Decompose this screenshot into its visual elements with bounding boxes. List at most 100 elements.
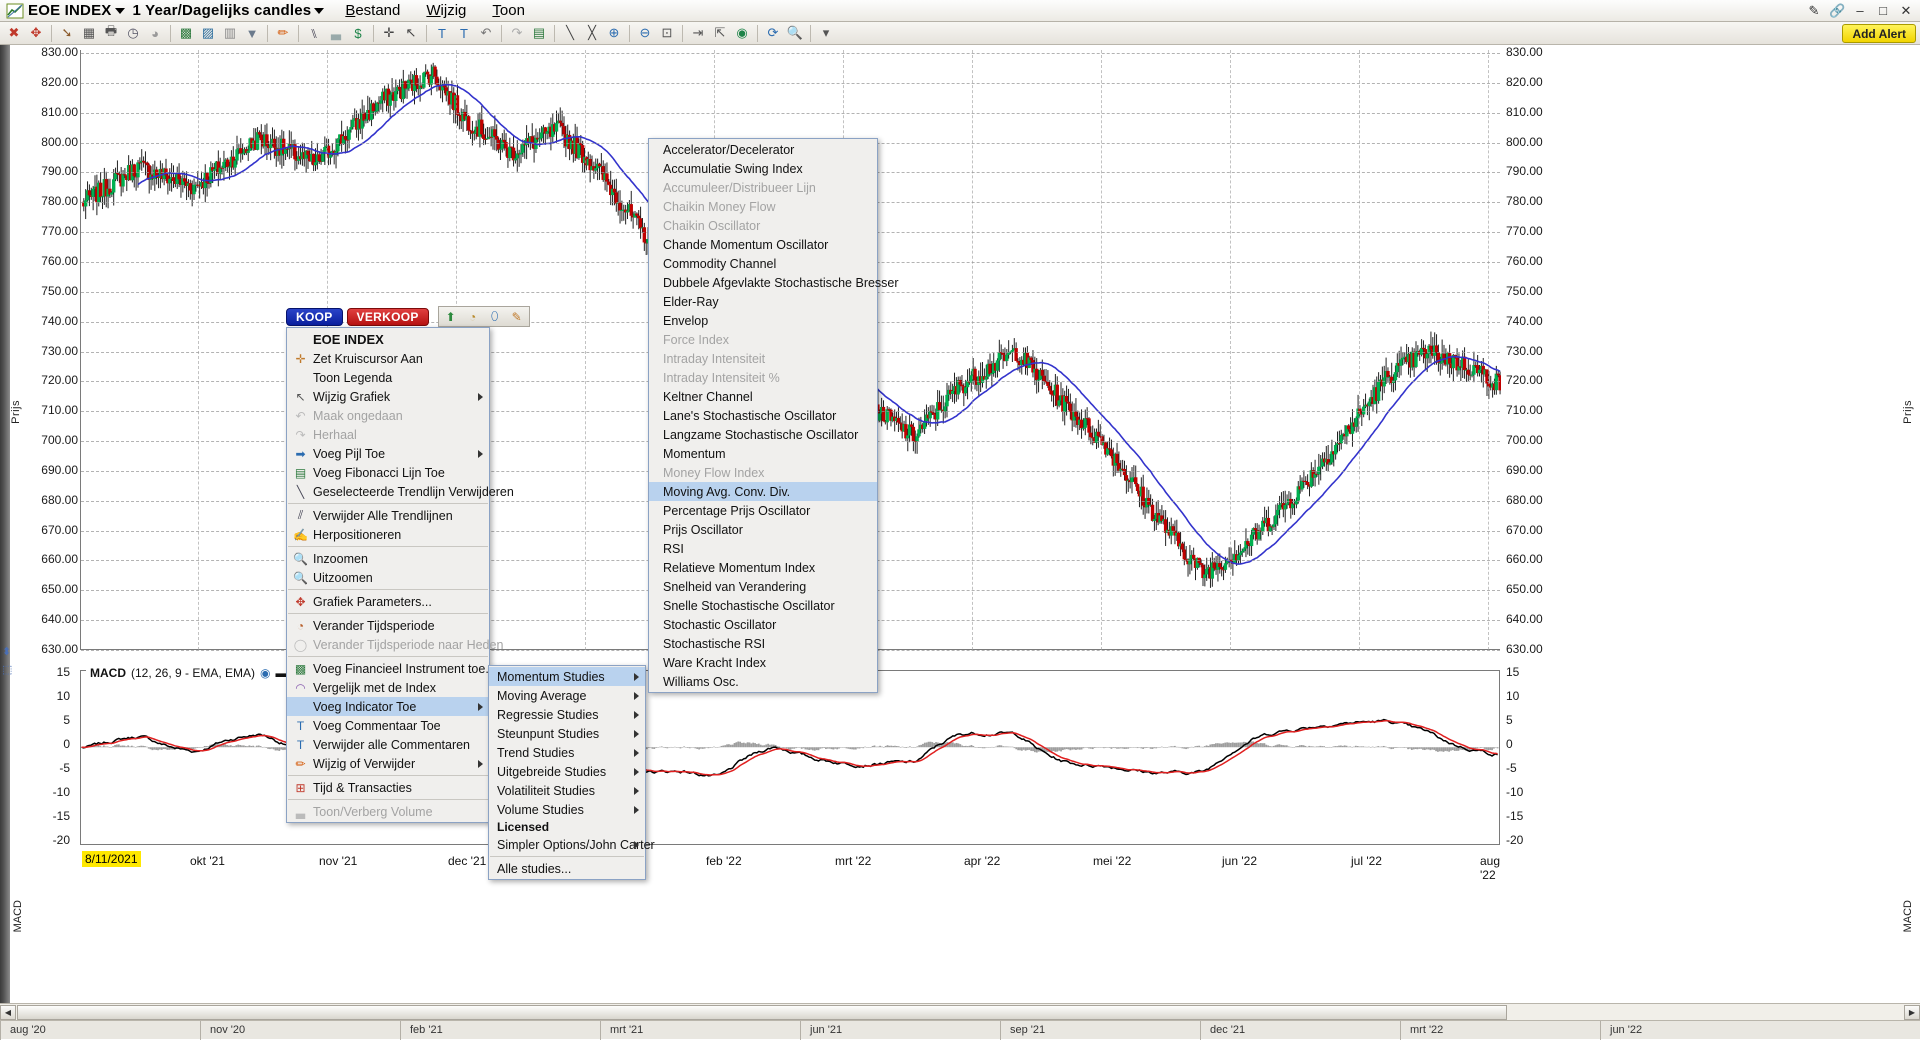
- order-link-icon[interactable]: ⬯: [486, 308, 504, 325]
- context-menu-item-verwijder-alle-commentaren[interactable]: T Verwijder alle Commentaren: [287, 735, 489, 754]
- momentum-item-williams-osc[interactable]: Williams Osc.: [649, 672, 877, 691]
- context-menu-item-verander-tijdsperiode[interactable]: ◔ Verander Tijdsperiode: [287, 616, 489, 635]
- timeframe-dropdown-icon[interactable]: [314, 7, 325, 14]
- context-menu-item-grafiek-parameters[interactable]: ✥ Grafiek Parameters...: [287, 592, 489, 611]
- pointer-icon[interactable]: ➘: [56, 23, 78, 44]
- fibonacci-icon[interactable]: ▤: [528, 23, 550, 44]
- context-menu-item-voeg-fibonacci-lijn-toe[interactable]: ▤ Voeg Fibonacci Lijn Toe: [287, 463, 489, 482]
- order-up-icon[interactable]: ⬆: [442, 308, 460, 325]
- momentum-item-envelop[interactable]: Envelop: [649, 311, 877, 330]
- text-tool-icon[interactable]: T: [431, 23, 453, 44]
- dropdown-icon[interactable]: ▼: [241, 23, 263, 44]
- zoom-out-icon[interactable]: ⊖: [634, 23, 656, 44]
- momentum-item-relatieve-momentum-index[interactable]: Relatieve Momentum Index: [649, 558, 877, 577]
- momentum-item-langzame-stochastische-oscillator[interactable]: Langzame Stochastische Oscillator: [649, 425, 877, 444]
- symbol-title[interactable]: EOE INDEX: [28, 2, 112, 19]
- menu-toon[interactable]: Toon: [492, 2, 525, 19]
- minimize-button[interactable]: –: [1852, 3, 1868, 18]
- order-chart-icon[interactable]: ◔: [464, 308, 482, 325]
- layout-icon[interactable]: ▥: [219, 23, 241, 44]
- momentum-item-lane-s-stochastische-oscillator[interactable]: Lane's Stochastische Oscillator: [649, 406, 877, 425]
- pen-icon[interactable]: ✎: [1806, 3, 1822, 19]
- momentum-item-snelheid-van-verandering[interactable]: Snelheid van Verandering: [649, 577, 877, 596]
- licensed-item-simpler-options[interactable]: Simpler Options/John Carter: [489, 835, 655, 854]
- context-menu-item-tijd-transacties[interactable]: ⊞ Tijd & Transacties: [287, 778, 489, 797]
- context-menu-item-verwijder-alle-trendlijnen[interactable]: ⫽ Verwijder Alle Trendlijnen: [287, 506, 489, 525]
- context-menu-item-wijzig-grafiek[interactable]: ↖ Wijzig Grafiek: [287, 387, 489, 406]
- clock-icon[interactable]: ◕: [144, 23, 166, 44]
- add-instrument-icon[interactable]: ▩: [175, 23, 197, 44]
- chart-context-menu[interactable]: EOE INDEX ✛ Zet Kruiscursor Aan Toon Legen…: [286, 327, 514, 823]
- close-button[interactable]: ✕: [1898, 3, 1914, 19]
- indicator-submenu-item-uitgebreide-studies[interactable]: Uitgebreide Studies: [489, 762, 645, 781]
- sell-button[interactable]: VERKOOP: [346, 307, 429, 326]
- scroll-thumb[interactable]: [17, 1004, 1507, 1020]
- momentum-item-prijs-oscillator[interactable]: Prijs Oscillator: [649, 520, 877, 539]
- indicator-submenu-item-trend-studies[interactable]: Trend Studies: [489, 743, 645, 762]
- momentum-item-commodity-channel[interactable]: Commodity Channel: [649, 254, 877, 273]
- context-menu-item-inzoomen[interactable]: 🔍 Inzoomen: [287, 549, 489, 568]
- timeframe-title[interactable]: 1 Year/Dagelijks candles: [133, 2, 312, 19]
- momentum-studies-submenu[interactable]: Accelerator/Decelerator Accumulatie Swing…: [648, 138, 899, 693]
- momentum-item-momentum[interactable]: Momentum: [649, 444, 877, 463]
- scroll-right-button[interactable]: ▶: [1904, 1004, 1920, 1020]
- indicator-submenu-item-moving-average[interactable]: Moving Average: [489, 686, 645, 705]
- context-menu-item-vergelijk-met-de-index[interactable]: ◠ Vergelijk met de Index: [287, 678, 489, 697]
- print-icon[interactable]: 🖶: [100, 23, 122, 44]
- order-edit-icon[interactable]: ✎: [508, 308, 526, 325]
- compare-index-icon[interactable]: ▨: [197, 23, 219, 44]
- delete-lines-icon[interactable]: ╳: [581, 23, 603, 44]
- context-menu-item-zet-kruiscursor-aan[interactable]: ✛ Zet Kruiscursor Aan: [287, 349, 489, 368]
- time-icon[interactable]: ◷: [122, 23, 144, 44]
- refresh-icon[interactable]: ⟳: [762, 23, 784, 44]
- indicator-submenu[interactable]: Momentum Studies Moving Average Regressie …: [488, 665, 655, 880]
- indicator-submenu-item-volume-studies[interactable]: Volume Studies: [489, 800, 645, 819]
- momentum-item-elder-ray[interactable]: Elder-Ray: [649, 292, 877, 311]
- indicator-submenu-item-volatiliteit-studies[interactable]: Volatiliteit Studies: [489, 781, 645, 800]
- money-icon[interactable]: $: [347, 23, 369, 44]
- context-menu-item-uitzoomen[interactable]: 🔍 Uitzoomen: [287, 568, 489, 587]
- momentum-item-stochastische-rsi[interactable]: Stochastische RSI: [649, 634, 877, 653]
- globe-icon[interactable]: ◉: [731, 23, 753, 44]
- expand-icon[interactable]: ⇱: [709, 23, 731, 44]
- momentum-item-percentage-prijs-oscillator[interactable]: Percentage Prijs Oscillator: [649, 501, 877, 520]
- context-menu-item-voeg-pijl-toe[interactable]: ➡ Voeg Pijl Toe: [287, 444, 489, 463]
- zoom-in-icon[interactable]: ⊕: [603, 23, 625, 44]
- indicator-submenu-item-regressie-studies[interactable]: Regressie Studies: [489, 705, 645, 724]
- indicator-submenu-item-steunpunt-studies[interactable]: Steunpunt Studies: [489, 724, 645, 743]
- context-menu-item-voeg-commentaar-toe[interactable]: T Voeg Commentaar Toe: [287, 716, 489, 735]
- momentum-item-accelerator-decelerator[interactable]: Accelerator/Decelerator: [649, 140, 877, 159]
- momentum-item-keltner-channel[interactable]: Keltner Channel: [649, 387, 877, 406]
- pencil-icon[interactable]: ✏: [272, 23, 294, 44]
- context-menu-item-wijzig-of-verwijder[interactable]: ✏ Wijzig of Verwijder: [287, 754, 489, 773]
- symbol-dropdown-icon[interactable]: [114, 7, 125, 14]
- momentum-item-chande-momentum-oscillator[interactable]: Chande Momentum Oscillator: [649, 235, 877, 254]
- context-menu-item-voeg-indicator-toe[interactable]: Voeg Indicator Toe: [287, 697, 489, 716]
- search-icon[interactable]: 🔍: [784, 23, 806, 44]
- volume-icon[interactable]: ▃: [325, 23, 347, 44]
- text-delete-icon[interactable]: T: [453, 23, 475, 44]
- momentum-item-rsi[interactable]: RSI: [649, 539, 877, 558]
- add-alert-button[interactable]: Add Alert: [1842, 24, 1916, 43]
- momentum-item-dubbele-afgevlakte-stochastische-bresser[interactable]: Dubbele Afgevlakte Stochastische Bresser: [649, 273, 899, 292]
- all-studies-item[interactable]: Alle studies...: [489, 859, 645, 878]
- plus-cursor-icon[interactable]: ✛: [378, 23, 400, 44]
- maximize-button[interactable]: □: [1875, 3, 1891, 18]
- close-chart-icon[interactable]: ✖: [3, 23, 25, 44]
- context-menu-item-herpositioneren[interactable]: ✍ Herpositioneren: [287, 525, 489, 544]
- trendline-icon[interactable]: ╲: [559, 23, 581, 44]
- context-menu-item-toon-legenda[interactable]: Toon Legenda: [287, 368, 489, 387]
- crosshair-icon[interactable]: ✥: [25, 23, 47, 44]
- horizontal-scrollbar[interactable]: ◀ ▶: [0, 1003, 1920, 1020]
- bars-icon[interactable]: ⑊: [303, 23, 325, 44]
- context-menu-item-voeg-financieel-instrument-toe[interactable]: ▩ Voeg Financieel Instrument toe...: [287, 659, 496, 678]
- undo-icon[interactable]: ↶: [475, 23, 497, 44]
- menu-bestand[interactable]: Bestand: [345, 2, 400, 19]
- context-menu-item-geselecteerde-trendlijn-verwijderen[interactable]: ╲ Geselecteerde Trendlijn Verwijderen: [287, 482, 514, 501]
- navigator-bar[interactable]: aug '20 nov '20 feb '21 mrt '21 jun '21 sep '…: [0, 1020, 1920, 1040]
- indicator-submenu-item-momentum-studies[interactable]: Momentum Studies: [489, 667, 645, 686]
- scroll-left-button[interactable]: ◀: [0, 1004, 16, 1020]
- grid-icon[interactable]: ▦: [78, 23, 100, 44]
- menu-wijzig[interactable]: Wijzig: [426, 2, 466, 19]
- chart-area[interactable]: ⬍ ⬚ Prijs Prijs MACD MACD MACD (12, 26, …: [0, 45, 1920, 1020]
